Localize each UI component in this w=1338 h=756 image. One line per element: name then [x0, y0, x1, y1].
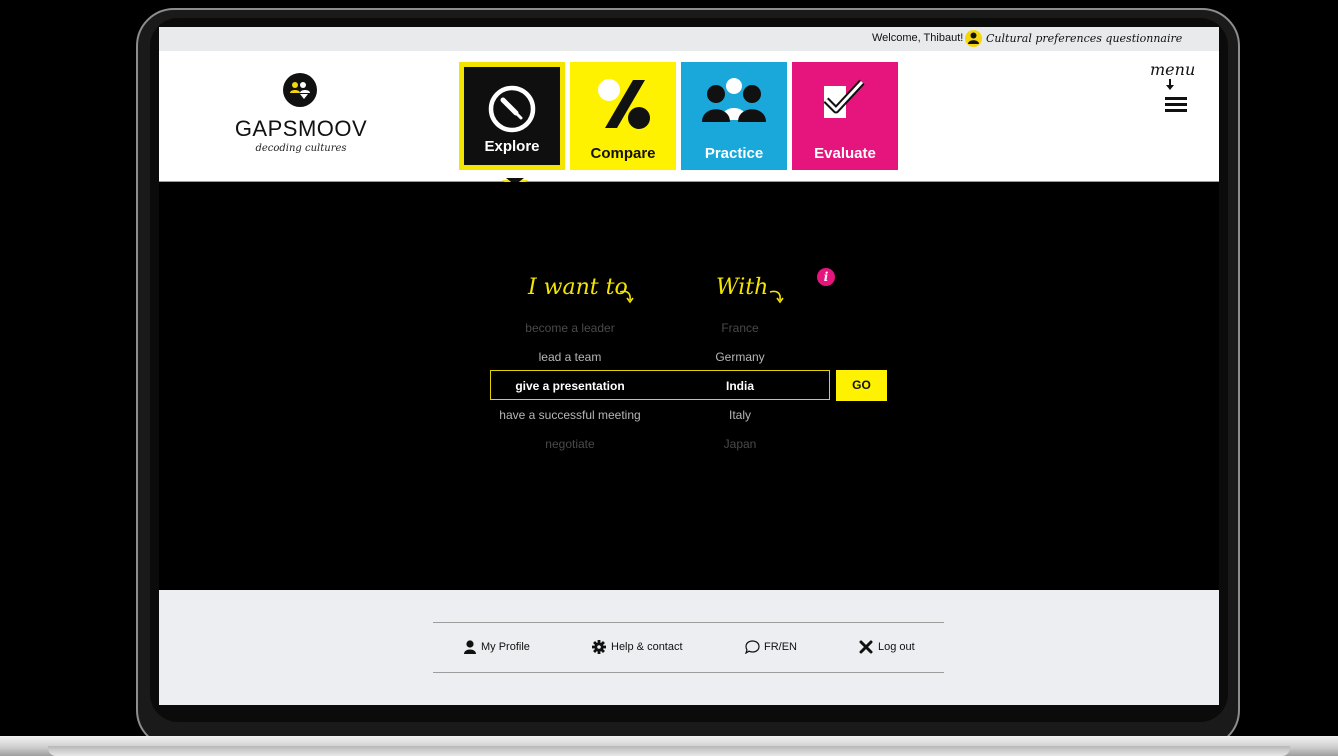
hamburger-menu-icon[interactable]	[1165, 97, 1187, 112]
help-contact-link[interactable]: Help & contact	[611, 641, 683, 653]
laptop-base-notch	[48, 746, 1290, 756]
person-icon	[464, 640, 476, 654]
footer-divider	[433, 672, 944, 673]
want-heading: I want to	[528, 275, 628, 300]
brand-tagline: decoding cultures	[255, 143, 347, 154]
tab-compare-label: Compare	[590, 145, 656, 162]
questionnaire-link[interactable]: Cultural preferences questionnaire	[986, 32, 1182, 45]
top-bar: Welcome, Thibaut! Cultural preferences q…	[159, 27, 1219, 51]
with-option[interactable]: France	[689, 321, 791, 335]
tab-evaluate-label: Evaluate	[814, 145, 876, 162]
app-screen: Welcome, Thibaut! Cultural preferences q…	[159, 27, 1219, 705]
curved-arrow-icon	[769, 290, 784, 304]
want-option[interactable]: become a leader	[490, 321, 650, 335]
curved-arrow-icon	[619, 290, 634, 304]
with-option[interactable]: Germany	[689, 350, 791, 364]
tab-practice-label: Practice	[704, 145, 764, 162]
menu-label[interactable]: menu	[1150, 60, 1195, 79]
want-option[interactable]: negotiate	[490, 437, 650, 451]
language-switch[interactable]: FR/EN	[764, 641, 797, 653]
welcome-message: Welcome, Thibaut!	[872, 32, 964, 44]
footer: My Profile Help & contact FR/EN Log out	[159, 590, 1219, 705]
with-heading: With	[716, 275, 769, 300]
header: GAPSMOOV decoding cultures Explore Compa…	[159, 51, 1219, 190]
close-icon	[859, 640, 873, 654]
tab-evaluate[interactable]: Evaluate	[792, 62, 898, 170]
gear-icon	[592, 640, 606, 654]
explore-panel: I want to With i become a leader lead a …	[159, 182, 1219, 590]
go-button[interactable]: GO	[836, 370, 887, 401]
with-option[interactable]: Italy	[689, 408, 791, 422]
user-icon[interactable]	[965, 30, 982, 47]
logo-icon[interactable]	[283, 73, 317, 107]
want-option[interactable]: have a successful meeting	[490, 408, 650, 422]
my-profile-link[interactable]: My Profile	[481, 641, 530, 653]
percent-icon	[598, 79, 650, 129]
logout-link[interactable]: Log out	[878, 641, 915, 653]
arrow-down-icon	[1166, 79, 1174, 90]
compass-icon	[488, 85, 536, 133]
footer-divider	[433, 622, 944, 623]
chat-icon	[745, 640, 760, 654]
tab-explore[interactable]: Explore	[459, 62, 565, 170]
tab-explore-label: Explore	[484, 138, 540, 155]
checkmark-icon	[823, 79, 865, 118]
tab-practice[interactable]: Practice	[681, 62, 787, 170]
tab-compare[interactable]: Compare	[570, 62, 676, 170]
info-icon[interactable]: i	[817, 268, 835, 286]
selection-highlight	[490, 370, 830, 400]
want-option[interactable]: lead a team	[490, 350, 650, 364]
brand-name[interactable]: GAPSMOOV	[233, 116, 369, 142]
with-option[interactable]: Japan	[689, 437, 791, 451]
group-icon	[702, 78, 766, 122]
